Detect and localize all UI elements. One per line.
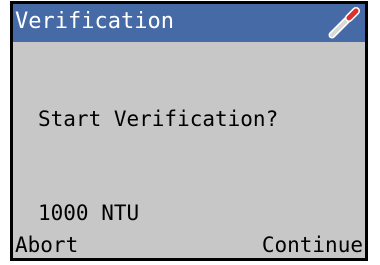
screen-title: Verification — [15, 9, 174, 34]
probe-icon — [328, 7, 360, 39]
abort-softkey[interactable]: Abort — [15, 231, 78, 259]
title-bar: Verification — [13, 4, 365, 42]
standard-value: 1000 NTU — [38, 201, 140, 225]
continue-softkey[interactable]: Continue — [262, 231, 363, 259]
device-screen: Verification Start Verification? 1000 NT… — [10, 1, 368, 261]
verification-prompt: Start Verification? — [38, 107, 279, 131]
